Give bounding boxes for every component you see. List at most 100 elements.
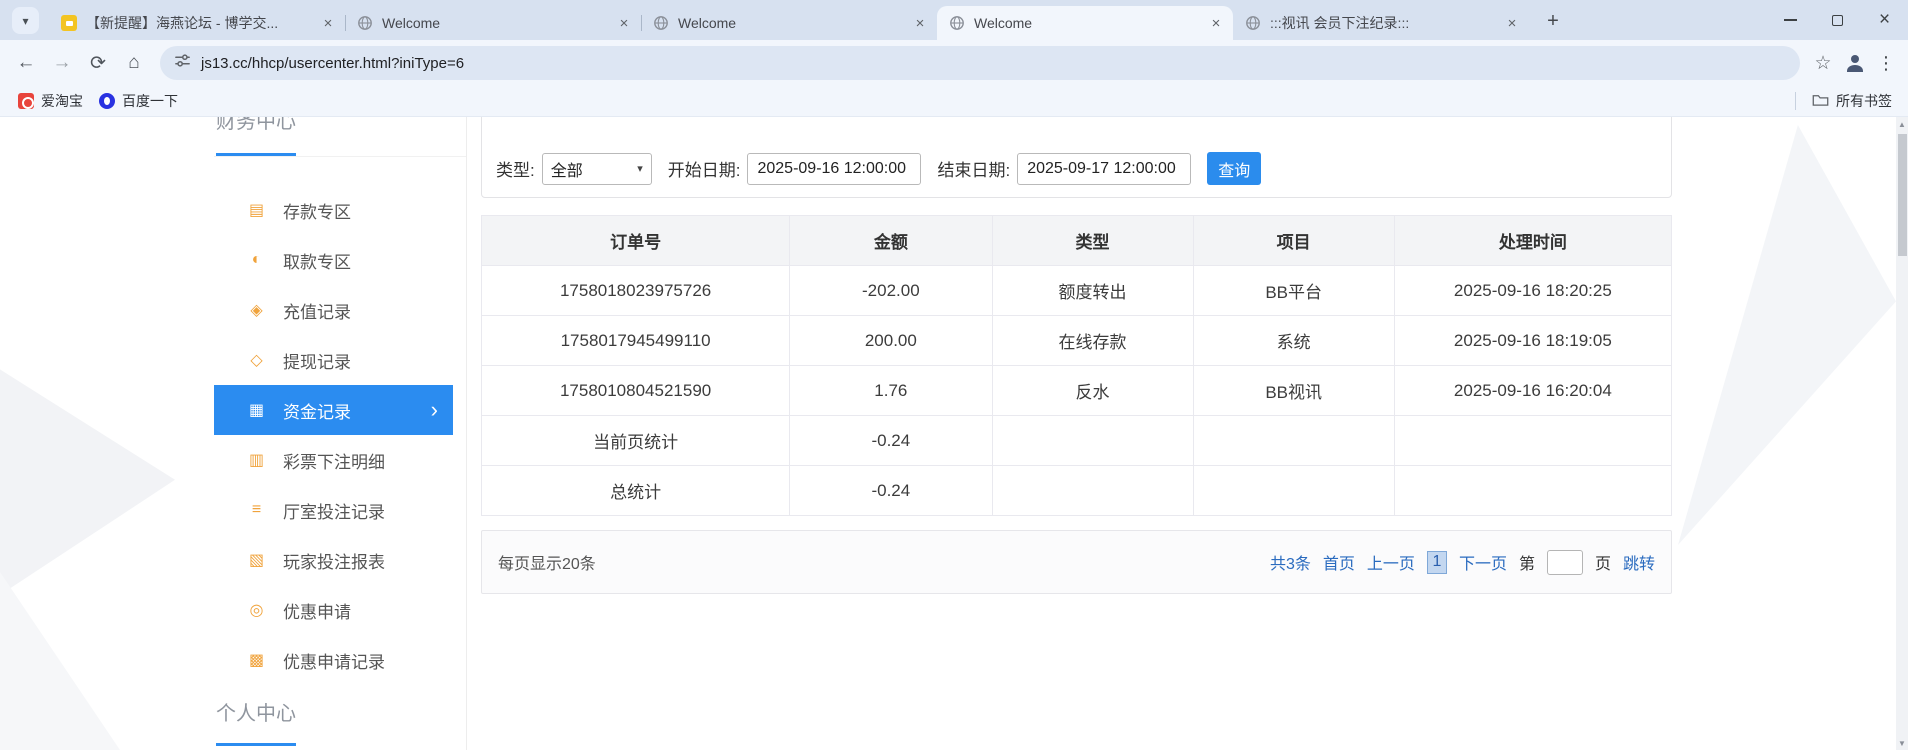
bookmark-star-icon[interactable]: ☆ (1808, 46, 1838, 80)
globe-favicon (653, 15, 669, 31)
menu-item-label: 存款专区 (283, 202, 351, 222)
table-row-page-summary: 当前页统计 -0.24 (480, 415, 1673, 466)
bookmarks-bar-right: 所有书签 (1795, 91, 1898, 111)
new-tab-button[interactable]: + (1539, 7, 1567, 35)
cell-empty (1393, 465, 1673, 516)
tab-search-icon: ▾ (22, 13, 29, 28)
cell-amount: -0.24 (789, 465, 993, 516)
site-settings-icon[interactable] (174, 52, 191, 74)
col-header-project: 项目 (1192, 215, 1395, 266)
sidebar-item-withdraw-zone[interactable]: ◐ 取款专区 (214, 235, 453, 285)
browser-tab-forum[interactable]: 【新提醒】海燕论坛 - 博学交... × (49, 6, 345, 40)
tab-strip: ▾ 【新提醒】海燕论坛 - 博学交... × Welcome × Welcome… (0, 0, 1908, 40)
jump-prefix-label: 第 (1518, 556, 1535, 573)
next-page-link[interactable]: 下一页 (1459, 550, 1507, 574)
sidebar-item-promo-apply[interactable]: ◎ 优惠申请 (214, 585, 453, 635)
address-bar[interactable]: js13.cc/hhcp/usercenter.html?iniType=6 (160, 46, 1800, 80)
tab-close-icon[interactable]: × (1503, 14, 1521, 32)
profile-avatar[interactable] (1838, 46, 1872, 80)
bookmarks-divider (1795, 92, 1796, 110)
page-scrollbar[interactable]: ▲ ▼ (1896, 117, 1908, 750)
first-page-link[interactable]: 首页 (1323, 550, 1355, 574)
scrollbar-thumb[interactable] (1897, 134, 1907, 256)
menu-item-label: 优惠申请记录 (283, 652, 385, 672)
back-button[interactable]: ← (8, 45, 44, 81)
jump-button[interactable]: 跳转 (1623, 550, 1655, 574)
taobao-icon (18, 93, 34, 109)
end-date-input[interactable] (1017, 152, 1192, 185)
bookmark-baidu[interactable]: 百度一下 (91, 89, 186, 113)
minimize-icon (1784, 19, 1797, 21)
cell-process-time: 2025-09-16 16:20:04 (1393, 365, 1673, 416)
jump-page-input[interactable] (1546, 549, 1583, 575)
menu-item-label: 取款专区 (283, 252, 351, 272)
type-label: 类型: (496, 161, 535, 180)
globe-favicon (949, 15, 965, 31)
scroll-up-icon[interactable]: ▲ (1898, 117, 1906, 131)
cell-amount: 200.00 (789, 315, 993, 366)
tab-close-icon[interactable]: × (319, 14, 337, 32)
cell-empty (1192, 415, 1395, 466)
chevron-down-icon: ▾ (637, 163, 643, 175)
pagination-bar: 每页显示20条 共3条 首页 上一页 1 下一页 第 页 跳转 (481, 530, 1672, 594)
minimize-button[interactable] (1767, 0, 1814, 40)
table-row: 1758010804521590 1.76 反水 BB视讯 2025-09-16… (480, 365, 1673, 416)
sidebar-item-deposit-zone[interactable]: ▤ 存款专区 (214, 185, 453, 235)
tab-close-icon[interactable]: × (1207, 14, 1225, 32)
tab-close-icon[interactable]: × (911, 14, 929, 32)
all-bookmarks-button[interactable]: 所有书签 (1806, 91, 1898, 111)
section-title: 财务中心 (216, 117, 296, 156)
section-title: 个人中心 (216, 701, 296, 746)
cell-type: 额度转出 (991, 265, 1194, 316)
sidebar-item-promo-apply-records[interactable]: ▩ 优惠申请记录 (214, 635, 453, 685)
scroll-down-icon[interactable]: ▼ (1898, 736, 1906, 750)
funds-records-icon: ▦ (248, 402, 265, 419)
sidebar-item-player-bet-report[interactable]: ▧ 玩家投注报表 (214, 535, 453, 585)
sidebar: 财务中心 ▤ 存款专区 ◐ 取款专区 ◈ 充值记录 ◇ 提现记录 ▦ 资金记录 … (214, 117, 467, 750)
per-page-label: 每页显示20条 (498, 556, 596, 573)
bookmark-label: 爱淘宝 (41, 93, 83, 109)
browser-tab-welcome-1[interactable]: Welcome × (345, 6, 641, 40)
browser-menu-icon[interactable]: ⋮ (1872, 46, 1900, 80)
sidebar-item-funds-records[interactable]: ▦ 资金记录 › (214, 385, 453, 435)
sidebar-item-withdrawal-records[interactable]: ◇ 提现记录 (214, 335, 453, 385)
globe-favicon (1245, 15, 1261, 31)
tab-title: Welcome (678, 15, 737, 31)
cell-process-time: 2025-09-16 18:19:05 (1393, 315, 1673, 366)
bookmarks-bar: 爱淘宝 百度一下 所有书签 (0, 86, 1908, 117)
cell-project: BB视讯 (1192, 365, 1395, 416)
sidebar-item-room-bet-records[interactable]: ≡ 厅室投注记录 (214, 485, 453, 535)
query-button[interactable]: 查询 (1207, 152, 1262, 185)
menu-item-label: 充值记录 (283, 302, 351, 322)
total-count-label: 共3条 (1270, 556, 1311, 573)
browser-tab-welcome-2[interactable]: Welcome × (641, 6, 937, 40)
close-window-button[interactable]: × (1861, 0, 1908, 40)
cell-empty (991, 415, 1194, 466)
tab-title: Welcome (382, 15, 441, 31)
start-date-input[interactable] (747, 152, 922, 185)
browser-tab-betting-records[interactable]: :::视讯 会员下注纪录::: × (1233, 6, 1529, 40)
end-date-label: 结束日期: (937, 161, 1011, 180)
prev-page-link[interactable]: 上一页 (1367, 550, 1415, 574)
cell-project: BB平台 (1192, 265, 1395, 316)
menu-item-label: 优惠申请 (283, 602, 351, 622)
reload-button[interactable]: ⟳ (80, 45, 116, 81)
tab-title: Welcome (974, 15, 1033, 31)
tab-search-button[interactable]: ▾ (12, 7, 39, 34)
recharge-icon: ◈ (250, 302, 263, 319)
forward-button[interactable]: → (44, 45, 80, 81)
withdraw-icon: ◐ (251, 251, 262, 268)
browser-tab-welcome-active[interactable]: Welcome × (937, 6, 1233, 40)
bookmark-taobao[interactable]: 爱淘宝 (10, 89, 91, 113)
browser-toolbar: ← → ⟳ ⌂ js13.cc/hhcp/usercenter.html?ini… (0, 40, 1908, 86)
maximize-button[interactable] (1814, 0, 1861, 40)
tab-close-icon[interactable]: × (615, 14, 633, 32)
home-button[interactable]: ⌂ (116, 45, 152, 81)
sidebar-item-recharge-records[interactable]: ◈ 充值记录 (214, 285, 453, 335)
cell-order-no: 1758018023975726 (480, 265, 791, 316)
background-triangle-decoration (1678, 125, 1896, 545)
type-select[interactable]: 全部 ▾ (541, 152, 652, 185)
menu-item-label: 玩家投注报表 (283, 552, 385, 572)
cell-order-no: 1758017945499110 (480, 315, 791, 366)
sidebar-item-lottery-bet-details[interactable]: ▥ 彩票下注明细 (214, 435, 453, 485)
